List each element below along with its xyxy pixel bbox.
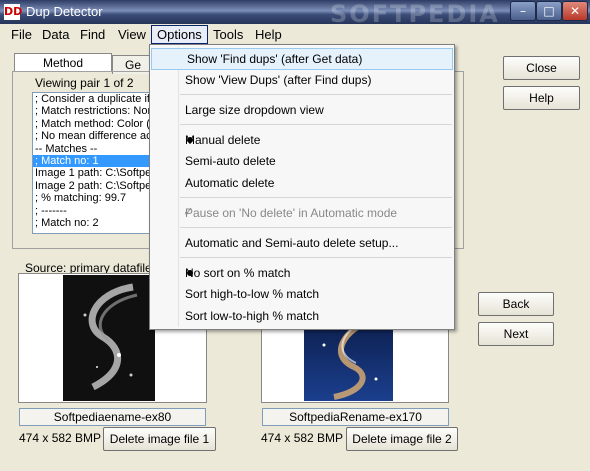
menu-options[interactable]: Options [151, 25, 208, 44]
menu-item-large-dropdown[interactable]: Large size dropdown view [150, 100, 454, 120]
maximize-button[interactable]: □ [536, 1, 562, 21]
menu-find[interactable]: Find [75, 26, 110, 43]
minimize-button[interactable]: – [510, 1, 536, 21]
list-item[interactable]: ; Match method: Color (e [33, 118, 153, 130]
list-item[interactable]: ; No mean difference ac [33, 130, 153, 142]
close-window-button[interactable]: ✕ [562, 1, 588, 21]
menu-help[interactable]: Help [250, 26, 287, 43]
list-item[interactable]: ; % matching: 99.7 [33, 192, 153, 204]
options-dropdown: Show 'Find dups' (after Get data) Show '… [149, 44, 455, 330]
menu-file[interactable]: File [6, 26, 37, 43]
window-title: Dup Detector [26, 4, 103, 19]
list-item[interactable]: ; Consider a duplicate if [33, 93, 153, 105]
menu-tools[interactable]: Tools [208, 26, 248, 43]
list-item-selected[interactable]: ; Match no: 1 [33, 154, 153, 168]
list-item[interactable]: Image 1 path: C:\Softpe [33, 167, 153, 179]
menu-item-automatic-delete[interactable]: Automatic delete [150, 173, 454, 193]
menu-separator [180, 124, 452, 125]
next-button[interactable]: Next [478, 322, 554, 346]
menu-data[interactable]: Data [37, 26, 74, 43]
help-button[interactable]: Help [503, 86, 580, 110]
list-item[interactable]: ; ------- [33, 205, 153, 217]
list-item[interactable]: ; Match restrictions: Nor [33, 105, 153, 117]
list-item[interactable]: ; Match no: 2 [33, 217, 153, 229]
image2-info: 474 x 582 BMP [261, 431, 344, 445]
menu-separator [180, 257, 452, 258]
menu-item-auto-setup[interactable]: Automatic and Semi-auto delete setup... [150, 233, 454, 253]
image1-info: 474 x 582 BMP [19, 431, 102, 445]
menu-separator [180, 227, 452, 228]
menu-item-sort-low-high[interactable]: Sort low-to-high % match [150, 306, 454, 326]
menu-item-pause-no-delete: ✓ Pause on 'No delete' in Automatic mode [150, 203, 454, 223]
list-item[interactable]: -- Matches -- [33, 143, 153, 155]
back-button[interactable]: Back [478, 292, 554, 316]
tab-method[interactable]: Method [14, 53, 112, 72]
menu-separator [180, 197, 452, 198]
results-list[interactable]: ; Consider a duplicate if ; Match restri… [32, 92, 154, 234]
delete-image2-button[interactable]: Delete image file 2 [346, 427, 458, 451]
menu-item-manual-delete[interactable]: Manual delete [150, 130, 454, 150]
menu-item-sort-high-low[interactable]: Sort high-to-low % match [150, 284, 454, 304]
close-button[interactable]: Close [503, 56, 580, 80]
list-item[interactable]: Image 2 path: C:\Softpe [33, 180, 153, 192]
viewing-pair-label: Viewing pair 1 of 2 [35, 76, 134, 90]
menu-item-semi-auto-delete[interactable]: Semi-auto delete [150, 151, 454, 171]
image1-name: Softpediaename-ex80 [19, 408, 206, 426]
menu-bar: File Data Find View Options Tools Help [0, 24, 590, 45]
delete-image1-button[interactable]: Delete image file 1 [103, 427, 216, 451]
menu-item-no-sort[interactable]: No sort on % match [150, 263, 454, 283]
image2-name: SoftpediaRename-ex170 [262, 408, 449, 426]
menu-item-show-find-dups[interactable]: Show 'Find dups' (after Get data) [151, 48, 453, 70]
menu-view[interactable]: View [113, 26, 151, 43]
menu-separator [180, 94, 452, 95]
title-bar: DD Dup Detector SOFTPEDIA – □ ✕ [0, 0, 590, 28]
image1-thumbnail[interactable] [63, 275, 155, 401]
menu-item-show-view-dups[interactable]: Show 'View Dups' (after Find dups) [150, 70, 454, 90]
app-icon: DD [4, 4, 23, 20]
